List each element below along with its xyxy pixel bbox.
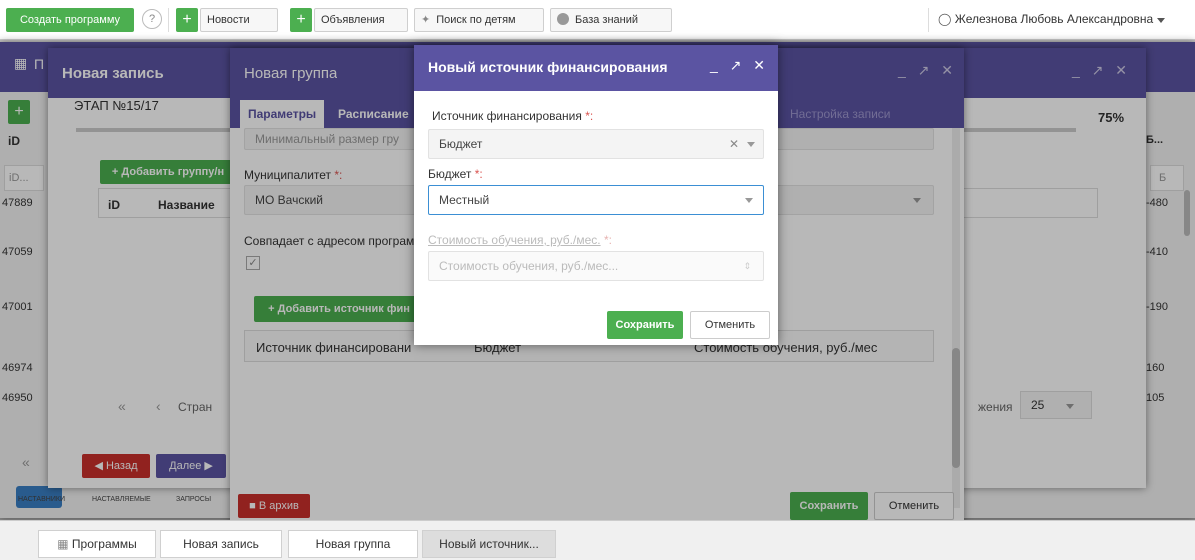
task-programs[interactable]: ▦ Программы xyxy=(38,530,156,558)
news-button[interactable]: Новости xyxy=(200,8,278,32)
cost-input[interactable]: Стоимость обучения, руб./мес... ⇕ xyxy=(428,251,764,281)
user-icon: ◯ xyxy=(938,12,952,26)
user-menu[interactable]: ◯ Железнова Любовь Александровна xyxy=(938,12,1192,26)
create-program-button[interactable]: Создать программу xyxy=(6,8,134,32)
child-search-button[interactable]: ✦ Поиск по детям xyxy=(414,8,544,32)
task-new-group[interactable]: Новая группа xyxy=(288,530,418,558)
child-icon: ✦ xyxy=(421,14,431,26)
task-new-source[interactable]: Новый источник... xyxy=(422,530,556,558)
top-toolbar: Создать программу ? + Новости + Объявлен… xyxy=(0,0,1195,40)
add-news-icon[interactable]: + xyxy=(176,8,198,32)
ads-button[interactable]: Объявления xyxy=(314,8,408,32)
budget-label: Бюджет xyxy=(428,167,472,181)
chevron-down-icon xyxy=(747,142,755,147)
calendar-icon: ▦ xyxy=(57,537,69,551)
taskbar: ▦ Программы Новая запись Новая группа Но… xyxy=(0,520,1195,560)
help-icon[interactable]: ? xyxy=(142,9,162,29)
add-ad-icon[interactable]: + xyxy=(290,8,312,32)
budget-select[interactable]: Местный xyxy=(428,185,764,215)
dialog-save-button[interactable]: Сохранить xyxy=(607,311,683,339)
chevron-down-icon xyxy=(1156,18,1165,23)
user-name: Железнова Любовь Александровна xyxy=(954,12,1154,26)
divider xyxy=(928,8,929,32)
knowledge-base-button[interactable]: База знаний xyxy=(550,8,672,32)
funding-source-dialog: Новый источник финансирования _ ↗ ✕ Исто… xyxy=(414,45,778,345)
dialog-controls[interactable]: _ ↗ ✕ xyxy=(710,57,769,74)
source-select[interactable]: Бюджет ✕ xyxy=(428,129,764,159)
source-label: Источник финансирования xyxy=(432,109,582,123)
clear-icon[interactable]: ✕ xyxy=(729,130,739,158)
dialog-title: Новый источник финансирования xyxy=(428,59,668,75)
divider xyxy=(168,8,169,32)
spinner-icon[interactable]: ⇕ xyxy=(743,252,751,280)
chevron-down-icon xyxy=(745,198,753,203)
dialog-cancel-button[interactable]: Отменить xyxy=(690,311,770,339)
task-new-record[interactable]: Новая запись xyxy=(160,530,282,558)
cost-label: Стоимость обучения, руб./мес. xyxy=(428,233,601,247)
knowledge-icon xyxy=(557,13,569,25)
